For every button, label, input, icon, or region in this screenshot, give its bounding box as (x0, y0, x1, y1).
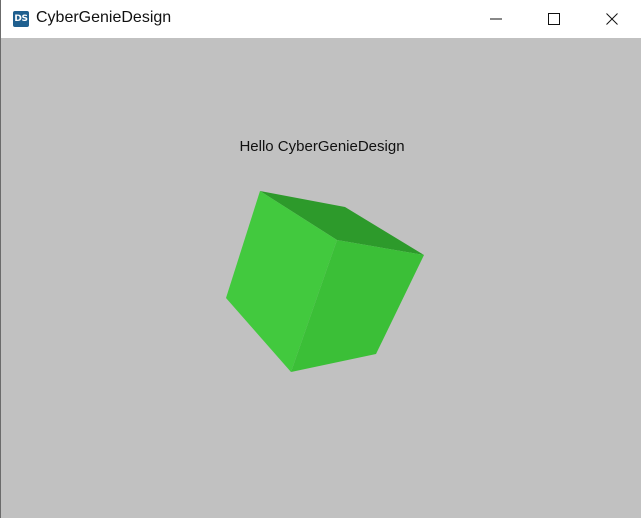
minimize-button[interactable] (467, 0, 525, 38)
window-title: CyberGenieDesign (36, 9, 172, 26)
title-bar[interactable]: DS CyberGenieDesign (1, 0, 641, 38)
app-logo-icon: DS (13, 11, 29, 27)
minimize-icon (490, 18, 502, 20)
maximize-icon (548, 13, 560, 25)
application-window: DS CyberGenieDesign Hello CyberGenieDesi… (0, 0, 641, 518)
maximize-button[interactable] (525, 0, 583, 38)
close-button[interactable] (583, 0, 641, 38)
render-canvas[interactable]: Hello CyberGenieDesign (1, 38, 641, 518)
window-controls (467, 0, 641, 38)
rotating-cube (226, 191, 424, 372)
close-icon (606, 13, 618, 25)
